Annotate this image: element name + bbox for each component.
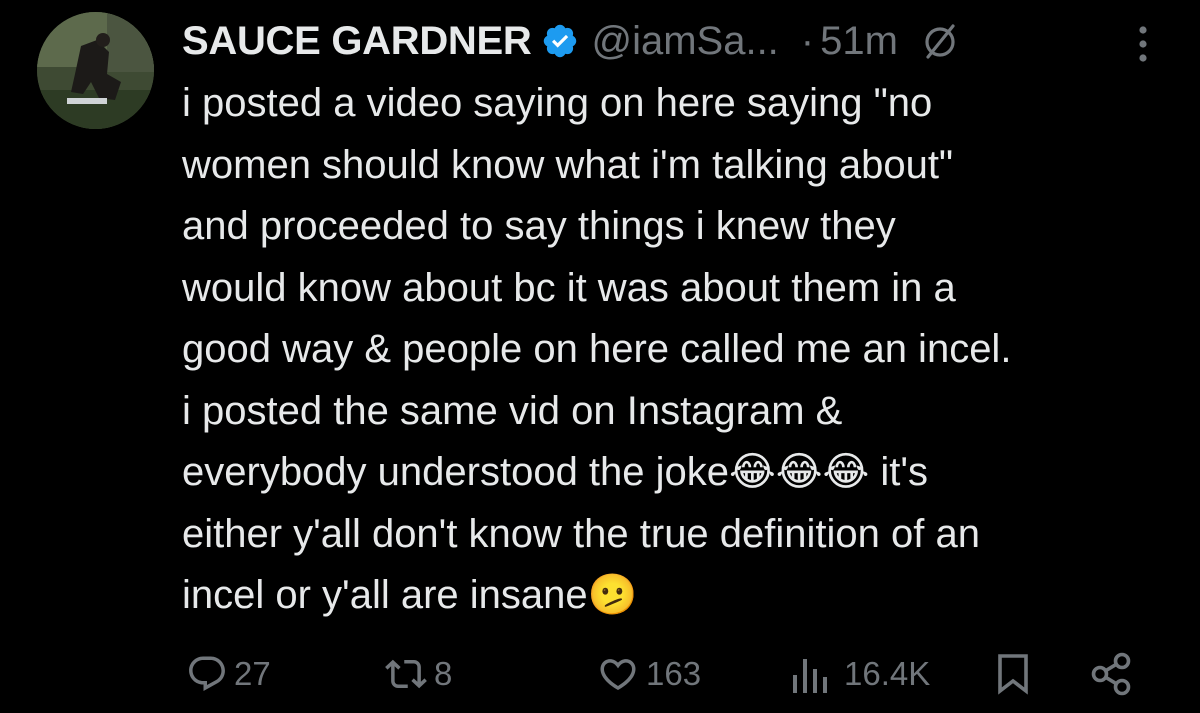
separator-dot: ·: [800, 18, 815, 63]
more-options-icon[interactable]: [1128, 22, 1158, 66]
author-name[interactable]: SAUCE GARDNER: [182, 19, 532, 64]
bookmark-icon: [998, 654, 1028, 695]
share-button[interactable]: [1089, 646, 1135, 702]
like-icon: [600, 659, 636, 691]
author-handle[interactable]: @iamSa...: [591, 19, 778, 64]
tweet-text: i posted a video saying on here saying "…: [182, 81, 1012, 617]
views-button[interactable]: 16.4K: [788, 646, 930, 702]
repost-icon: [385, 659, 427, 689]
bookmark-button[interactable]: [993, 646, 1033, 702]
verified-badge-icon: [544, 24, 577, 58]
like-button[interactable]: 163: [596, 646, 701, 702]
share-icon: [1091, 652, 1131, 696]
reply-count: 27: [234, 655, 271, 692]
tweet[interactable]: SAUCE GARDNER @iamSa... · 51m i posted a…: [0, 0, 1200, 713]
avatar[interactable]: [37, 12, 154, 129]
repost-count: 8: [434, 655, 453, 692]
repost-button[interactable]: 8: [384, 646, 452, 702]
views-icon: [793, 659, 827, 693]
grok-icon[interactable]: [920, 21, 960, 61]
tweet-header: SAUCE GARDNER @iamSa... · 51m: [182, 14, 960, 68]
reply-button[interactable]: 27: [186, 646, 271, 702]
views-count: 16.4K: [844, 655, 931, 692]
timestamp[interactable]: 51m: [820, 19, 898, 64]
reply-icon: [189, 656, 225, 691]
avatar-photo: [37, 12, 154, 129]
like-count: 163: [646, 655, 702, 692]
tweet-actions: 27 8 163 16.4K: [0, 646, 1200, 702]
